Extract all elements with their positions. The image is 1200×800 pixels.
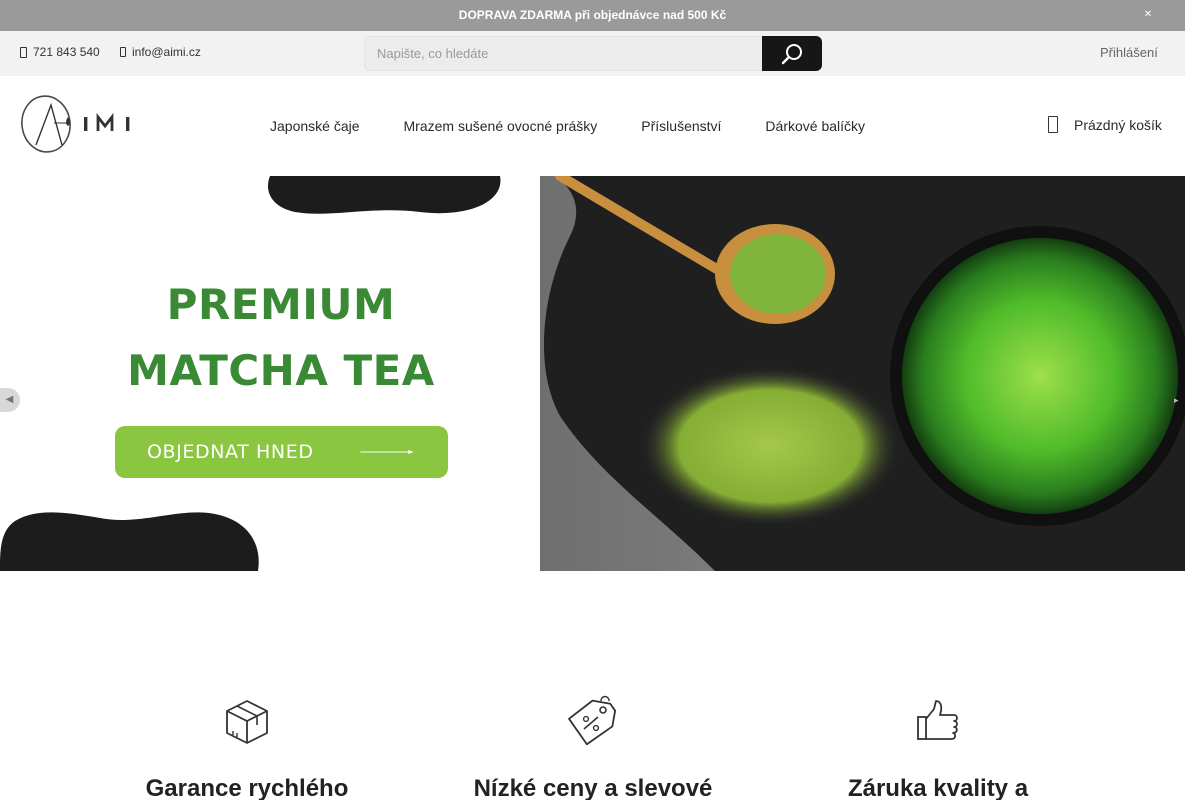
chevron-right-icon[interactable]: ▸ (1174, 388, 1185, 412)
order-now-label: OBJEDNAT HNED (147, 441, 314, 463)
feature-fast-delivery: Garance rychlého (72, 695, 422, 800)
search-input[interactable] (364, 36, 762, 71)
search-button[interactable] (762, 36, 822, 71)
search-form (364, 36, 822, 71)
close-icon[interactable]: ✕ (1142, 9, 1154, 21)
utility-bar: 721 843 540 info@aimi.cz Přihlášení (0, 31, 1185, 76)
feature-quality-guarantee: Záruka kvality a (763, 695, 1113, 800)
logo[interactable] (20, 93, 140, 155)
phone-icon (20, 46, 27, 58)
box-icon (226, 700, 268, 744)
cart-label: Prázdný košík (1074, 116, 1162, 133)
feature-title: Záruka kvality a (847, 775, 1029, 800)
arrow-right-icon (360, 450, 414, 454)
announcement-bar: DOPRAVA ZDARMA při objednávce nad 500 Kč… (0, 0, 1185, 31)
feature-title: Nízké ceny a slevové (473, 775, 713, 800)
hero-title-line1: PREMIUM (166, 280, 396, 329)
nav-item-gift-boxes[interactable]: Dárkové balíčky (765, 118, 865, 134)
price-tag-icon (568, 695, 617, 746)
login-link[interactable]: Přihlášení (1100, 45, 1158, 60)
mail-icon (120, 47, 126, 57)
cart-button[interactable]: Prázdný košík (1048, 116, 1162, 133)
phone-link[interactable]: 721 843 540 (20, 45, 100, 59)
order-now-button[interactable]: OBJEDNAT HNED (115, 426, 448, 478)
cart-icon (1048, 116, 1058, 133)
announcement-text: DOPRAVA ZDARMA při objednávce nad 500 Kč (458, 8, 727, 22)
nav-item-freeze-dried-powders[interactable]: Mrazem sušené ovocné prášky (404, 118, 598, 134)
main-nav: Japonské čaje Mrazem sušené ovocné prášk… (270, 118, 865, 134)
site-header: Japonské čaje Mrazem sušené ovocné prášk… (0, 76, 1185, 176)
phone-number: 721 843 540 (33, 45, 100, 59)
nav-item-accessories[interactable]: Příslušenství (641, 118, 721, 134)
feature-title: Garance rychlého (145, 775, 349, 800)
feature-low-prices: Nízké ceny a slevové (418, 695, 768, 800)
thumbs-up-icon (917, 700, 958, 740)
email-link[interactable]: info@aimi.cz (120, 45, 201, 59)
nav-item-japanese-teas[interactable]: Japonské čaje (270, 118, 360, 134)
email-address: info@aimi.cz (132, 45, 201, 59)
search-icon (781, 43, 802, 64)
hero-title-line2: MATCHA TEA (127, 346, 435, 395)
hero-banner[interactable]: PREMIUM MATCHA TEA OBJEDNAT HNED ◀ ▸ (0, 176, 1185, 571)
